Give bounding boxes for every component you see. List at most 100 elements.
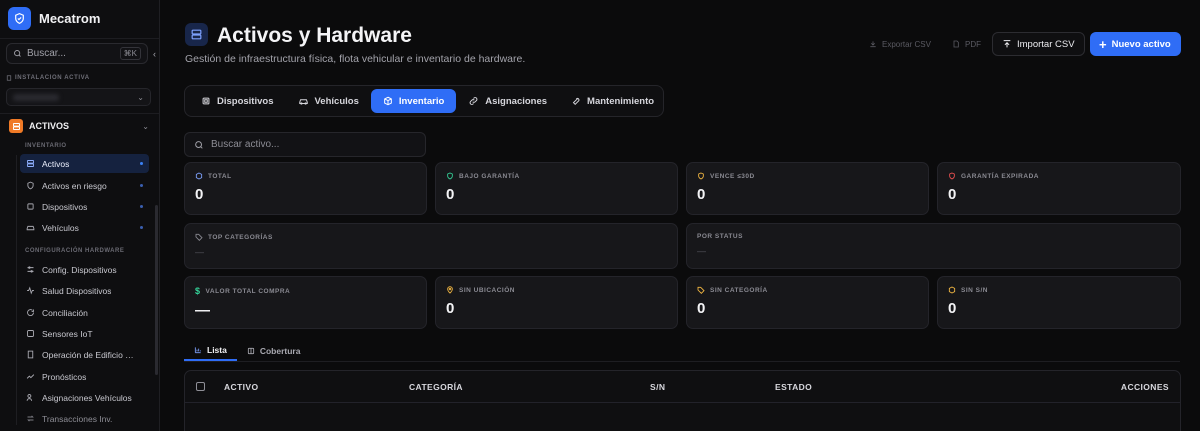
cpu-icon bbox=[26, 202, 35, 211]
stat-card-expired: GARANTÍA EXPIRADA 0 bbox=[937, 162, 1181, 215]
column-header-sn[interactable]: S/N bbox=[650, 382, 665, 392]
tab-asignaciones[interactable]: Asignaciones bbox=[456, 89, 559, 113]
tree-line bbox=[16, 155, 17, 425]
page-title: Activos y Hardware bbox=[217, 24, 412, 47]
map-pin-icon bbox=[447, 286, 453, 294]
sidebar-item-transacciones-inv[interactable]: Transacciones Inv. bbox=[20, 409, 149, 428]
chevron-down-icon: ⌄ bbox=[142, 121, 149, 131]
stat-empty-value: — bbox=[697, 246, 706, 256]
stat-card-no-serial: SIN S/N 0 bbox=[937, 276, 1181, 329]
upload-icon bbox=[1003, 40, 1011, 48]
building-icon bbox=[6, 75, 12, 81]
column-header-categoria[interactable]: CATEGORÍA bbox=[409, 382, 463, 392]
search-icon bbox=[195, 140, 203, 149]
sliders-icon bbox=[26, 265, 35, 274]
arrows-icon bbox=[26, 414, 35, 423]
stat-value: 0 bbox=[697, 186, 706, 203]
shield-alert-icon bbox=[26, 181, 35, 190]
shield-check-icon bbox=[447, 172, 453, 180]
installation-value-blurred bbox=[13, 93, 59, 101]
sidebar-search-placeholder: Buscar... bbox=[27, 48, 66, 59]
user-check-icon bbox=[26, 393, 35, 402]
plus-icon: + bbox=[1099, 36, 1107, 52]
stat-card-warranty: BAJO GARANTÍA 0 bbox=[435, 162, 678, 215]
asset-search-input[interactable] bbox=[211, 139, 411, 150]
column-header-activo[interactable]: ACTIVO bbox=[224, 382, 259, 392]
view-tabs-divider bbox=[184, 361, 1180, 362]
stat-value: 0 bbox=[195, 186, 204, 203]
sidebar-search[interactable]: Buscar... ⌘K bbox=[6, 43, 148, 64]
sidebar-item-conciliacion[interactable]: Conciliación bbox=[20, 303, 149, 322]
stat-value: 0 bbox=[948, 186, 957, 203]
stat-value: 0 bbox=[446, 186, 455, 203]
indicator-dot bbox=[140, 184, 143, 187]
tab-vehiculos[interactable]: Vehículos bbox=[286, 89, 371, 113]
tab-mantenimiento[interactable]: Mantenimiento bbox=[559, 89, 666, 113]
shield-icon bbox=[698, 172, 704, 180]
section-label-inventario: INVENTARIO bbox=[25, 143, 67, 149]
stat-value: 0 bbox=[697, 300, 706, 317]
package-icon bbox=[384, 96, 392, 106]
pdf-button[interactable]: PDF bbox=[943, 32, 990, 56]
column-header-estado[interactable]: ESTADO bbox=[775, 382, 812, 392]
tag-icon bbox=[697, 286, 705, 294]
new-asset-button[interactable]: + Nuevo activo bbox=[1090, 32, 1181, 56]
building-icon bbox=[26, 350, 35, 359]
indicator-dot bbox=[140, 226, 143, 229]
stat-card-purchase-value: $ VALOR TOTAL COMPRA — bbox=[184, 276, 427, 329]
search-shortcut: ⌘K bbox=[119, 47, 141, 60]
sidebar-item-config-dispositivos[interactable]: Config. Dispositivos bbox=[20, 260, 149, 279]
stat-value: 0 bbox=[948, 300, 957, 317]
sensor-icon bbox=[26, 329, 35, 338]
link-icon bbox=[469, 97, 478, 105]
sidebar-item-asignaciones-vehiculos[interactable]: Asignaciones Vehículos bbox=[20, 388, 149, 407]
stat-value: — bbox=[195, 302, 210, 319]
sidebar-divider bbox=[0, 113, 159, 114]
package-icon bbox=[948, 286, 956, 294]
sidebar: Mecatrom Buscar... ⌘K ‹ INSTALACION ACTI… bbox=[0, 0, 160, 431]
file-icon bbox=[953, 40, 959, 48]
tab-cobertura[interactable]: Cobertura bbox=[237, 340, 311, 361]
shield-logo-icon bbox=[8, 6, 31, 30]
sidebar-item-sensores-iot[interactable]: Sensores IoT bbox=[20, 324, 149, 343]
page-subtitle: Gestión de infraestructura física, flota… bbox=[185, 53, 526, 65]
main-content: Activos y Hardware Gestión de infraestru… bbox=[160, 0, 1200, 431]
export-csv-button[interactable]: Exportar CSV bbox=[860, 32, 940, 56]
indicator-dot bbox=[140, 205, 143, 208]
brand-name: Mecatrom bbox=[39, 10, 101, 26]
brand[interactable]: Mecatrom bbox=[0, 0, 159, 36]
installation-select[interactable]: ⌄ bbox=[6, 88, 151, 106]
select-all-checkbox[interactable] bbox=[196, 382, 205, 391]
columns-icon bbox=[247, 347, 254, 354]
import-csv-button[interactable]: Importar CSV bbox=[992, 32, 1085, 56]
tab-lista[interactable]: Lista bbox=[184, 340, 237, 361]
stat-card-total: TOTAL 0 bbox=[184, 162, 427, 215]
tab-inventario[interactable]: Inventario bbox=[370, 89, 457, 113]
bar-chart-icon bbox=[194, 346, 201, 353]
sidebar-divider bbox=[0, 38, 159, 39]
table-header: ACTIVO CATEGORÍA S/N ESTADO ACCIONES bbox=[185, 371, 1180, 403]
sidebar-item-operacion-edificio[interactable]: Operación de Edificio (... bbox=[20, 345, 149, 364]
stat-card-top-categories: TOP CATEGORÍAS — bbox=[184, 223, 678, 269]
tag-icon bbox=[195, 233, 203, 241]
sidebar-group-activos[interactable]: ACTIVOS ⌄ bbox=[9, 118, 149, 134]
asset-search[interactable] bbox=[184, 132, 426, 157]
sidebar-item-pronosticos[interactable]: Pronósticos bbox=[20, 367, 149, 386]
search-icon bbox=[14, 50, 21, 57]
stat-card-no-category: SIN CATEGORÍA 0 bbox=[686, 276, 929, 329]
active-dot bbox=[140, 162, 143, 165]
sidebar-item-salud-dispositivos[interactable]: Salud Dispositivos bbox=[20, 281, 149, 300]
stat-value: 0 bbox=[446, 300, 455, 317]
sidebar-scrollbar[interactable] bbox=[155, 205, 158, 375]
download-icon bbox=[870, 41, 876, 48]
server-icon bbox=[185, 23, 208, 46]
stat-card-expiring: VENCE ≤30D 0 bbox=[686, 162, 929, 215]
refresh-icon bbox=[26, 308, 35, 317]
sidebar-item-vehiculos[interactable]: Vehículos bbox=[20, 218, 149, 237]
tab-dispositivos[interactable]: Dispositivos bbox=[189, 89, 286, 113]
sidebar-item-dispositivos[interactable]: Dispositivos bbox=[20, 197, 149, 216]
main-tabs: Dispositivos Vehículos Inventario Asigna… bbox=[184, 85, 664, 117]
stat-card-no-location: SIN UBICACIÓN 0 bbox=[435, 276, 678, 329]
sidebar-item-activos-en-riesgo[interactable]: Activos en riesgo bbox=[20, 176, 149, 195]
sidebar-item-activos[interactable]: Activos bbox=[20, 154, 149, 173]
